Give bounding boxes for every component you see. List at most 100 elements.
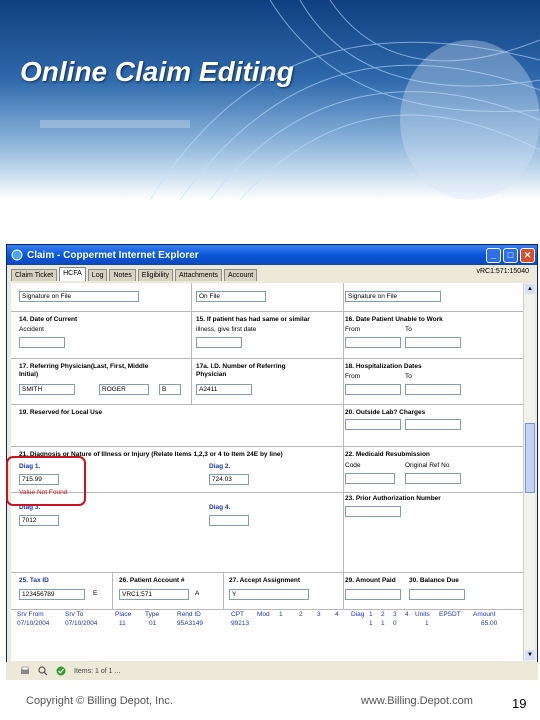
minimize-button[interactable]: _ xyxy=(486,247,501,263)
svc-srv-to: 07/10/2004 xyxy=(65,620,98,627)
original-ref-field[interactable] xyxy=(405,473,461,484)
box17a-label: 17a. I.D. Number of Referring xyxy=(196,363,286,370)
row-divider xyxy=(11,572,523,573)
close-button[interactable]: ✕ xyxy=(520,247,535,263)
page-number: 19 xyxy=(512,696,527,711)
box15-sublabel: illness, give first date xyxy=(196,326,257,333)
unable-work-from-field[interactable] xyxy=(345,337,401,348)
tab-account[interactable]: Account xyxy=(223,269,258,281)
outside-lab-field[interactable] xyxy=(345,419,401,430)
scroll-up-icon[interactable]: ▲ xyxy=(525,284,535,294)
website-url[interactable]: www.Billing.Depot.com xyxy=(361,695,473,707)
box18-label: 18. Hospitalization Dates xyxy=(345,363,422,370)
col-type: Type xyxy=(145,611,160,618)
box18-from-label: From xyxy=(345,373,361,380)
box15-label: 15. If patient has had same or similar xyxy=(196,316,310,323)
svc-srv-from: 07/10/2004 xyxy=(17,620,50,627)
balance-due-field[interactable] xyxy=(409,589,465,600)
col-divider xyxy=(112,572,113,609)
status-bar: Items: 1 of 1 ... xyxy=(6,662,538,680)
patient-account-field[interactable]: VRC1:571 xyxy=(119,589,189,600)
window-titlebar: Claim - Coppermet Internet Explorer _ □ … xyxy=(7,245,537,265)
referring-first-name-field[interactable]: ROGER xyxy=(99,384,149,395)
svc-diag-1: 1 xyxy=(369,620,373,627)
accept-assignment-field[interactable]: Y xyxy=(229,589,309,600)
signature-date-field[interactable]: On File xyxy=(196,291,266,302)
col-mod-3: 3 xyxy=(317,611,321,618)
date-of-current-field[interactable] xyxy=(19,337,65,348)
col-place: Place xyxy=(115,611,132,618)
diag2-field[interactable]: 724.03 xyxy=(209,474,249,485)
svc-cpt: 99213 xyxy=(231,620,250,627)
row-divider xyxy=(11,609,523,610)
hospital-from-field[interactable] xyxy=(345,384,401,395)
diag4-field[interactable] xyxy=(209,515,249,526)
insured-signature-field[interactable]: Signature on File xyxy=(345,291,441,302)
box29-label: 29. Amount Paid xyxy=(345,577,396,584)
error-highlight-callout xyxy=(6,456,86,506)
box19-label: 19. Reserved for Local Use xyxy=(19,409,103,416)
svc-place: 11 xyxy=(119,620,126,627)
search-icon[interactable] xyxy=(38,666,48,676)
referring-middle-initial-field[interactable]: B xyxy=(159,384,181,395)
amount-paid-field[interactable] xyxy=(345,589,401,600)
svc-diag-3: 0 xyxy=(393,620,397,627)
referring-last-name-field[interactable]: SMITH xyxy=(19,384,75,395)
decorative-lines-graphic xyxy=(40,0,540,200)
print-icon[interactable] xyxy=(20,666,30,676)
status-text: Items: 1 of 1 ... xyxy=(74,667,121,675)
unable-work-to-field[interactable] xyxy=(405,337,461,348)
prior-auth-field[interactable] xyxy=(345,506,401,517)
diag3-field[interactable]: 7012 xyxy=(19,515,59,526)
slide-banner: Online Claim Editing xyxy=(0,0,540,200)
claim-reference: vRC1:571:15040 xyxy=(476,268,529,275)
svc-type: 01 xyxy=(149,620,157,627)
box26-label: 26. Patient Account # xyxy=(119,577,185,584)
box22-code-label: Code xyxy=(345,462,361,469)
patient-signature-field[interactable]: Signature on File xyxy=(19,291,139,302)
col-mod: Mod xyxy=(257,611,270,618)
maximize-button[interactable]: □ xyxy=(503,247,518,263)
tab-eligibility[interactable]: Eligibility xyxy=(137,269,174,281)
lab-charges-field[interactable] xyxy=(405,419,461,430)
service-lines-header: Srv From Srv To Place Type Rend ID CPT M… xyxy=(11,611,523,620)
box14-sublabel: Accident xyxy=(19,326,44,333)
box27-label: 27. Accept Assignment xyxy=(229,577,301,584)
check-icon[interactable] xyxy=(56,666,66,676)
scroll-thumb[interactable] xyxy=(525,423,535,493)
diag4-label: Diag 4. xyxy=(209,504,231,511)
box20-label: 20. Outside Lab? Charges xyxy=(345,409,426,416)
resubmission-code-field[interactable] xyxy=(345,473,395,484)
referring-id-field[interactable]: A2411 xyxy=(196,384,252,395)
box22-orig-label: Original Ref No xyxy=(405,462,450,469)
box16-to-label: To xyxy=(405,326,412,333)
scroll-down-icon[interactable]: ▼ xyxy=(525,650,535,660)
col-epsdt: EPSDT xyxy=(439,611,461,618)
col-cpt: CPT xyxy=(231,611,244,618)
row-divider xyxy=(11,492,523,493)
col-divider xyxy=(223,572,224,609)
service-line-row[interactable]: 07/10/2004 07/10/2004 11 01 95A3149 9921… xyxy=(11,620,523,629)
col-diag: Diag xyxy=(351,611,365,618)
hcfa-form: Signature on File On File Signature on F… xyxy=(11,283,523,661)
box30-label: 30. Balance Due xyxy=(409,577,459,584)
hospital-to-field[interactable] xyxy=(405,384,461,395)
tax-id-field[interactable]: 123456789 xyxy=(19,589,85,600)
tab-log[interactable]: Log xyxy=(87,269,108,281)
diag2-label: Diag 2. xyxy=(209,463,231,470)
row-divider xyxy=(11,358,523,359)
box23-label: 23. Prior Authorization Number xyxy=(345,495,441,502)
vertical-scrollbar[interactable]: ▲ ▼ xyxy=(523,283,535,661)
tab-attachments[interactable]: Attachments xyxy=(175,269,222,281)
svc-units: 1 xyxy=(425,620,429,627)
box22-label: 22. Medicaid Resubmission xyxy=(345,451,430,458)
box25-label: 25. Tax ID xyxy=(19,577,49,584)
col-mod-2: 2 xyxy=(299,611,303,618)
tab-notes[interactable]: Notes xyxy=(109,269,136,281)
col-srv-to: Srv To xyxy=(65,611,84,618)
patient-account-type: A xyxy=(195,590,200,597)
tab-claim-ticket[interactable]: Claim Ticket xyxy=(11,269,58,281)
first-illness-date-field[interactable] xyxy=(196,337,242,348)
col-diag-3: 3 xyxy=(393,611,397,618)
tab-hcfa[interactable]: HCFA xyxy=(59,267,86,281)
